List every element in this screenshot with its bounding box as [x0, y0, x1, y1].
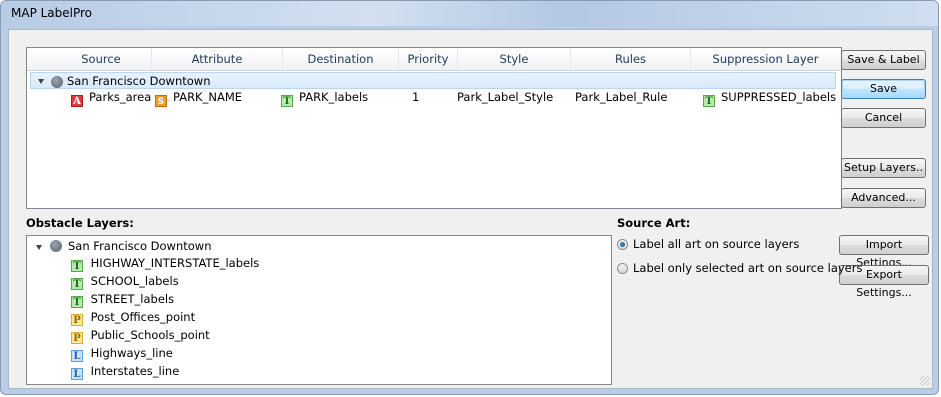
collapse-toggle-icon[interactable]: [38, 73, 44, 89]
radio-label: Label all art on source layers: [633, 237, 800, 251]
destination-cell: PARK_labels: [299, 90, 369, 104]
radio-selected-icon: [617, 239, 628, 250]
globe-icon: [51, 74, 63, 90]
string-attribute-icon: S: [155, 90, 167, 107]
rules-cell: Park_Label_Rule: [575, 90, 668, 104]
dialog-client-area: Source Attribute Destination Priority St…: [8, 29, 933, 389]
column-header-source[interactable]: Source: [51, 52, 151, 66]
advanced-button[interactable]: Advanced...: [841, 188, 926, 208]
title-bar[interactable]: MAP LabelPro: [1, 1, 938, 26]
point-layer-icon: P: [71, 314, 83, 326]
obstacle-layers-tree: San Francisco Downtown T HIGHWAY_INTERST…: [26, 235, 612, 385]
text-layer-icon: T: [703, 90, 715, 107]
list-item[interactable]: T SCHOOL_labels: [71, 274, 179, 290]
line-layer-icon: L: [71, 368, 83, 380]
obstacle-layer-name: Highways_line: [90, 346, 173, 360]
text-layer-icon: T: [71, 296, 83, 308]
list-item[interactable]: L Highways_line: [71, 346, 173, 362]
window-title: MAP LabelPro: [11, 6, 93, 20]
obstacle-layer-name: Interstates_line: [90, 364, 180, 378]
source-art-label: Source Art:: [617, 216, 691, 230]
area-layer-icon: A: [71, 90, 83, 107]
save-and-label-button[interactable]: Save & Label: [841, 50, 926, 70]
table-header: Source Attribute Destination Priority St…: [27, 48, 841, 71]
cancel-button[interactable]: Cancel: [841, 108, 926, 128]
obstacle-layer-name: HIGHWAY_INTERSTATE_labels: [90, 256, 260, 270]
table-group-row[interactable]: San Francisco Downtown: [30, 72, 836, 89]
radio-unselected-icon: [617, 263, 628, 274]
radio-label: Label only selected art on source layers: [633, 261, 863, 275]
obstacle-layer-name: STREET_labels: [90, 292, 175, 306]
setup-layers-button[interactable]: Setup Layers..: [841, 158, 926, 178]
obstacle-layer-name: SCHOOL_labels: [90, 274, 179, 288]
obstacle-layers-label: Obstacle Layers:: [26, 216, 134, 230]
dialog-window: MAP LabelPro Source Attribute Destinatio…: [0, 0, 939, 395]
save-button[interactable]: Save: [841, 79, 926, 99]
obstacle-layer-name: Post_Offices_point: [90, 310, 196, 324]
point-layer-icon: P: [71, 332, 83, 344]
resize-grip-icon[interactable]: [920, 376, 930, 386]
style-cell: Park_Label_Style: [457, 90, 554, 104]
source-cell: Parks_area: [89, 90, 152, 104]
label-all-art-radio[interactable]: Label all art on source layers: [617, 237, 799, 251]
column-header-rules[interactable]: Rules: [571, 52, 690, 66]
obstacle-layer-name: Public_Schools_point: [90, 328, 210, 342]
list-item[interactable]: P Post_Offices_point: [71, 310, 195, 326]
attribute-cell: PARK_NAME: [173, 90, 243, 104]
column-header-style[interactable]: Style: [458, 52, 570, 66]
label-mapping-table: Source Attribute Destination Priority St…: [26, 47, 842, 209]
list-item[interactable]: T HIGHWAY_INTERSTATE_labels: [71, 256, 259, 272]
import-settings-button[interactable]: Import Settings...: [839, 235, 929, 269]
column-header-attribute[interactable]: Attribute: [152, 52, 282, 66]
column-header-suppression-layer[interactable]: Suppression Layer: [691, 52, 840, 66]
text-layer-icon: T: [281, 90, 293, 107]
column-header-priority[interactable]: Priority: [399, 52, 457, 66]
table-row[interactable]: A Parks_area S PARK_NAME T PARK_labels 1…: [27, 89, 839, 107]
globe-icon: [50, 240, 62, 253]
list-item[interactable]: P Public_Schools_point: [71, 328, 210, 344]
label-selected-art-radio[interactable]: Label only selected art on source layers: [617, 261, 862, 275]
priority-cell: 1: [412, 90, 420, 104]
group-name: San Francisco Downtown: [67, 74, 211, 88]
list-item[interactable]: L Interstates_line: [71, 364, 179, 380]
line-layer-icon: L: [71, 350, 83, 362]
collapse-toggle-icon[interactable]: [36, 241, 42, 254]
list-item[interactable]: T STREET_labels: [71, 292, 174, 308]
text-layer-icon: T: [71, 260, 83, 272]
obstacle-group-name: San Francisco Downtown: [68, 239, 212, 253]
suppression-layer-cell: SUPPRESSED_labels: [721, 90, 837, 104]
column-header-destination[interactable]: Destination: [283, 52, 398, 66]
text-layer-icon: T: [71, 278, 83, 290]
